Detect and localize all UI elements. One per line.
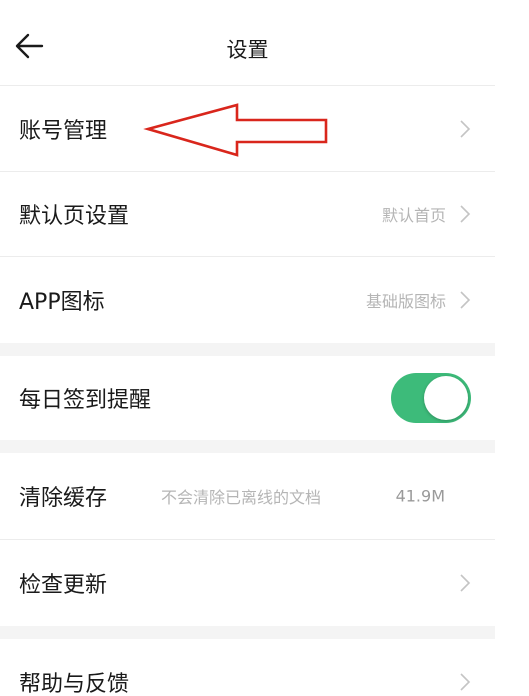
chevron-right-icon [460, 673, 471, 691]
default-page-row[interactable]: 默认页设置 默认首页 [0, 172, 495, 256]
default-page-value: 默认首页 [381, 206, 446, 225]
cache-size: 41.9M [395, 486, 445, 506]
chevron-right-icon [460, 574, 471, 592]
cache-label: 清除缓存 [19, 486, 108, 511]
account-label: 账号管理 [19, 119, 108, 144]
checkin-toggle[interactable] [391, 373, 471, 423]
help-row[interactable]: 帮助与反馈 [0, 639, 495, 696]
default-page-label: 默认页设置 [19, 204, 130, 229]
edge-strip [495, 0, 529, 696]
checkin-row: 每日签到提醒 [0, 356, 495, 440]
cache-hint: 不会清除已离线的文档 [161, 488, 322, 507]
section-gap [0, 343, 495, 356]
annotation-arrow-icon [143, 103, 328, 157]
page-title: 设置 [226, 38, 269, 62]
chevron-right-icon [460, 120, 471, 138]
chevron-right-icon [460, 205, 471, 223]
app-icon-value: 基础版图标 [365, 292, 446, 311]
toggle-knob [424, 376, 468, 420]
section-gap [0, 626, 495, 639]
top-bar: 设置 [0, 0, 495, 86]
section-gap [0, 440, 495, 453]
update-label: 检查更新 [19, 573, 108, 598]
help-label: 帮助与反馈 [19, 672, 130, 696]
app-icon-label: APP图标 [19, 290, 105, 315]
update-row[interactable]: 检查更新 [0, 540, 495, 626]
cache-row[interactable]: 清除缓存 不会清除已离线的文档 41.9M [0, 453, 495, 539]
checkin-label: 每日签到提醒 [19, 388, 152, 413]
app-icon-row[interactable]: APP图标 基础版图标 [0, 257, 495, 343]
chevron-right-icon [460, 291, 471, 309]
